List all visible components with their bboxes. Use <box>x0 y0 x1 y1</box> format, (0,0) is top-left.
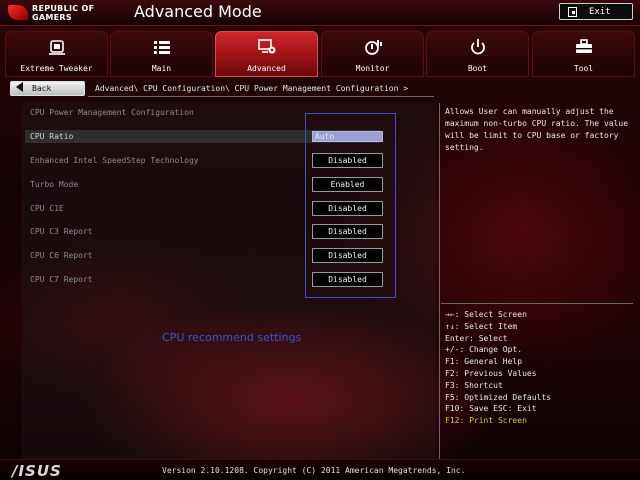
tab-label: Extreme Tweaker <box>20 64 93 73</box>
tab-monitor[interactable]: Monitor <box>321 31 424 77</box>
key-hint: →←: Select Screen <box>445 310 527 319</box>
recommend-annotation: CPU recommend settings <box>162 331 302 344</box>
setting-label-cpu-ratio[interactable]: CPU Ratio <box>30 132 73 141</box>
key-hint: F5: Optimized Defaults <box>445 392 551 402</box>
power-icon <box>468 38 488 56</box>
key-hint: ↑↓: Select Item <box>445 321 518 331</box>
key-hint: F3: Shortcut <box>445 380 503 390</box>
tool-icon <box>574 38 594 56</box>
help-divider <box>441 303 633 304</box>
version-text: Version 2.10.1208. Copyright (C) 2011 Am… <box>162 466 466 475</box>
advanced-icon <box>257 38 277 56</box>
exit-label: Exit <box>589 6 611 17</box>
key-hint-print-screen: F12: Print Screen <box>445 416 527 426</box>
setting-label-c7-report[interactable]: CPU C7 Report <box>30 275 93 284</box>
tab-label: Tool <box>573 64 594 73</box>
breadcrumb-divider <box>88 96 434 97</box>
top-bar: REPUBLIC OF GAMERS Advanced Mode Exit <box>0 0 640 26</box>
section-title: CPU Power Management Configuration <box>30 108 194 117</box>
rog-logo: REPUBLIC OF GAMERS <box>8 3 118 23</box>
panel-divider <box>439 103 440 459</box>
key-hint: +/-: Change Opt. <box>445 345 523 355</box>
key-legend: →←: Select Screen ↑↓: Select Item Enter:… <box>445 309 635 427</box>
exit-door-icon <box>568 6 577 17</box>
tab-boot[interactable]: Boot <box>426 31 529 77</box>
tab-label: Monitor <box>355 64 390 73</box>
tab-bar: Extreme Tweaker Main Advanced Monitor Bo… <box>5 31 637 77</box>
back-arrow-icon <box>16 82 23 92</box>
key-hint: F2: Previous Values <box>445 368 537 378</box>
recommend-highlight-box <box>305 113 396 298</box>
setting-label-c6-report[interactable]: CPU C6 Report <box>30 251 93 260</box>
rog-eye-icon <box>8 5 28 20</box>
tab-extreme-tweaker[interactable]: Extreme Tweaker <box>5 31 108 77</box>
setting-label-turbo-mode[interactable]: Turbo Mode <box>30 180 78 189</box>
tab-label: Main <box>151 64 172 73</box>
breadcrumb: Advanced\ CPU Configuration\ CPU Power M… <box>95 84 409 93</box>
monitor-icon <box>363 38 383 56</box>
back-label: Back <box>32 84 52 93</box>
key-hint: Enter: Select <box>445 333 508 343</box>
tab-tool[interactable]: Tool <box>532 31 635 77</box>
key-hint: F10: Save ESC: Exit <box>445 404 537 414</box>
key-hint: F1: General Help <box>445 357 523 367</box>
back-button[interactable]: Back <box>10 81 85 96</box>
setting-label-speedstep[interactable]: Enhanced Intel SpeedStep Technology <box>30 156 199 165</box>
tweaker-icon <box>47 38 67 56</box>
tab-main[interactable]: Main <box>110 31 213 77</box>
mode-title: Advanced Mode <box>134 2 262 21</box>
setting-label-c3-report[interactable]: CPU C3 Report <box>30 227 93 236</box>
asus-logo: /ISUS <box>12 462 62 480</box>
tab-label: Boot <box>467 64 488 73</box>
list-icon <box>152 38 172 56</box>
brand-line-2: GAMERS <box>32 13 72 22</box>
tab-advanced[interactable]: Advanced <box>215 31 318 77</box>
tab-label: Advanced <box>247 64 286 73</box>
brand-line-1: REPUBLIC OF <box>32 4 95 13</box>
help-text: Allows User can manually adjust the maxi… <box>445 107 629 152</box>
setting-label-c1e[interactable]: CPU C1E <box>30 204 64 213</box>
exit-button[interactable]: Exit <box>559 3 633 20</box>
